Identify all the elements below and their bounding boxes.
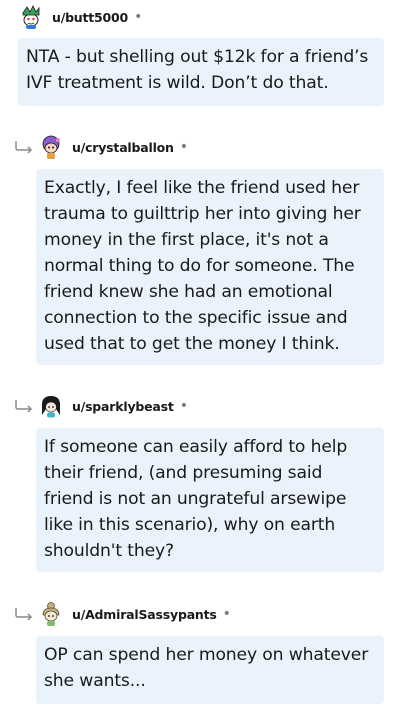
separator-dot: • [179,398,188,414]
separator-dot: • [134,9,143,25]
comment-username[interactable]: u/crystalballon [72,140,174,155]
comment-body: Exactly, I feel like the friend used her… [36,169,384,365]
snoo-avatar-purple-icon[interactable] [38,134,64,160]
comment-username[interactable]: u/AdmiralSassypants [72,607,217,622]
comment-header: u/crystalballon • [38,133,188,161]
snoo-avatar-dark-hair-icon[interactable] [38,393,64,419]
comment-username[interactable]: u/butt5000 [52,10,128,25]
comment-body: NTA - but shelling out $12k for a friend… [18,38,384,106]
reply-arrow-icon [15,608,33,621]
snoo-avatar-green-icon[interactable] [18,4,44,30]
separator-dot: • [179,139,189,155]
snoo-avatar-bun-icon[interactable] [38,601,64,627]
reply-arrow-icon [15,400,33,413]
reply-arrow-icon [15,141,33,154]
comment-header: u/sparklybeast • [38,392,188,420]
comment-header: u/AdmiralSassypants • [38,600,231,628]
comment-username[interactable]: u/sparklybeast [72,399,174,414]
separator-dot: • [222,606,231,622]
comment-body: OP can spend her money on whatever she w… [36,636,384,704]
comment-body: If someone can easily afford to help the… [36,428,384,572]
comment-thread: u/butt5000 • NTA - but shelling out $12k… [0,0,400,719]
comment-header: u/butt5000 • [18,3,142,31]
